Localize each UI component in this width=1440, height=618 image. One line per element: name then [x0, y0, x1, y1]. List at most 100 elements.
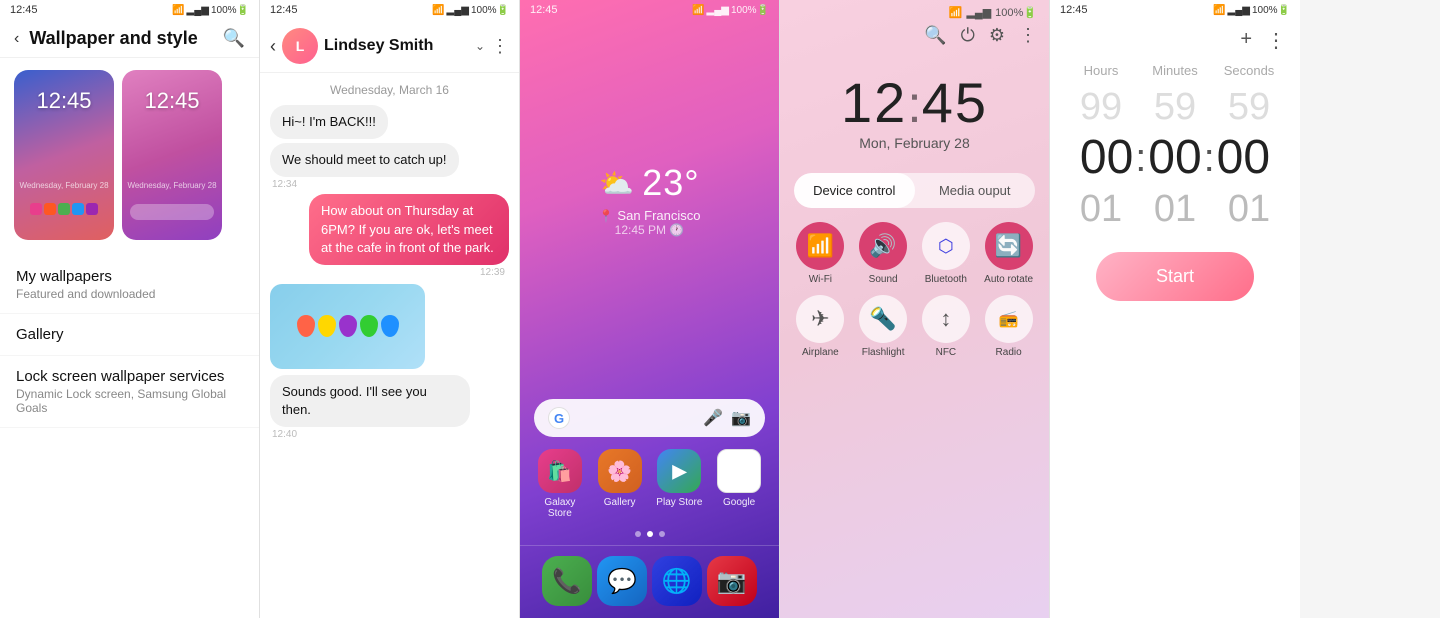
dock-messages[interactable]: 💬 [597, 556, 647, 606]
dots-icon-qp[interactable]: ⋮ [1019, 25, 1037, 46]
timer-menu-icon[interactable]: ⋮ [1266, 28, 1286, 53]
search-button-1[interactable]: 🔍 [223, 28, 245, 49]
airplane-control-label: Airplane [802, 347, 839, 358]
timer-start-button[interactable]: Start [1096, 252, 1254, 301]
wifi-icon-2: 📶 [432, 5, 444, 16]
minutes-active: 00 [1146, 130, 1203, 186]
qp-battery-icon: 100%🔋 [995, 6, 1037, 19]
signal-icon-5: ▂▄▆ [1228, 5, 1250, 16]
wallpaper-menu: My wallpapers Featured and downloaded Ga… [0, 252, 259, 432]
dock-phone[interactable]: 📞 [542, 556, 592, 606]
back-button-1[interactable]: ‹ [14, 30, 19, 48]
status-bar-5: 12:45 📶 ▂▄▆ 100%🔋 [1050, 0, 1300, 20]
battery-icon-1: 100%🔋 [211, 5, 249, 16]
menu-lockscreen-services[interactable]: Lock screen wallpaper services Dynamic L… [0, 356, 259, 428]
home-search-bar[interactable]: G 🎤 📷 [534, 399, 765, 437]
google-logo: G [548, 407, 570, 429]
app-google[interactable]: Google [713, 449, 765, 519]
contact-avatar: L [282, 28, 318, 64]
lens-icon[interactable]: 📷 [731, 408, 751, 428]
qp-top-actions: 🔍 ⏻ ⚙ ⋮ [780, 21, 1049, 50]
status-icons-2: 📶 ▂▄▆ 100%🔋 [432, 5, 509, 16]
qp-signal-icon: ▂▄▆ [966, 6, 991, 19]
wifi-icon-5: 📶 [1213, 5, 1225, 16]
dock-camera[interactable]: 📷 [707, 556, 757, 606]
time-3: 12:45 [530, 4, 558, 16]
screen-title-1: Wallpaper and style [29, 28, 212, 49]
balloon-image [291, 309, 405, 343]
location-pin: 📍 [598, 209, 613, 223]
timer-scroll-area[interactable]: 99 59 59 00 : 00 : 00 01 01 01 [1050, 78, 1300, 238]
qp-clock-display: 12 : 45 [780, 70, 1049, 135]
menu-gallery[interactable]: Gallery [0, 314, 259, 356]
contact-name: Lindsey Smith [324, 37, 469, 55]
menu-my-wallpapers[interactable]: My wallpapers Featured and downloaded [0, 256, 259, 314]
dot-2-active [647, 531, 653, 537]
home-dock: 📞 💬 🌐 📷 [520, 545, 779, 618]
timer-col-labels: Hours Minutes Seconds [1050, 57, 1300, 78]
preview-apps-1 [18, 203, 110, 215]
qp-bluetooth[interactable]: ⬡ Bluetooth [920, 222, 973, 285]
timer-add-icon[interactable]: + [1240, 28, 1252, 53]
message-image [270, 284, 425, 369]
contact-chevron[interactable]: ⌄ [475, 39, 485, 53]
qp-clock-widget: 12 : 45 Mon, February 28 [780, 50, 1049, 173]
app-play-store[interactable]: ▶ Play Store [654, 449, 706, 519]
qp-radio[interactable]: 📻 Radio [982, 295, 1035, 358]
back-button-2[interactable]: ‹ [270, 36, 276, 57]
dot-3 [659, 531, 665, 537]
seconds-above: 59 [1212, 84, 1286, 130]
galaxy-store-label: Galaxy Store [534, 497, 586, 519]
label-hours: Hours [1064, 63, 1138, 78]
app-galaxy-store[interactable]: 🛍️ Galaxy Store [534, 449, 586, 519]
page-indicator [520, 531, 779, 545]
qp-status-icons: 📶 ▂▄▆ 100%🔋 [949, 6, 1037, 19]
qp-airplane[interactable]: ✈ Airplane [794, 295, 847, 358]
message-menu-button[interactable]: ⋮ [491, 36, 509, 57]
signal-icon-2: ▂▄▆ [447, 5, 469, 16]
nfc-control-label: NFC [936, 347, 957, 358]
wifi-icon-3: 📶 [692, 5, 704, 16]
tab-media-output[interactable]: Media ouput [915, 173, 1036, 208]
search-icon-qp[interactable]: 🔍 [924, 25, 946, 46]
qp-min: 45 [922, 70, 988, 135]
power-icon-qp[interactable]: ⏻ [961, 25, 975, 46]
qp-flashlight[interactable]: 🔦 Flashlight [857, 295, 910, 358]
qp-tabs: Device control Media ouput [794, 173, 1035, 208]
google-icon [717, 449, 761, 493]
screen3-home: 12:45 📶 ▂▄▆ 100%🔋 ⛅ 23° 📍 San Francisco … [520, 0, 780, 618]
tab-device-control[interactable]: Device control [794, 173, 915, 208]
play-store-label: Play Store [656, 497, 702, 508]
app-gallery[interactable]: 🌸 Gallery [594, 449, 646, 519]
qp-controls-grid: 📶 Wi-Fi 🔊 Sound ⬡ Bluetooth 🔄 Auto rotat… [780, 222, 1049, 372]
message-flow: Wednesday, March 16 Hi~! I'm BACK!!! We … [260, 73, 519, 442]
dot-1 [635, 531, 641, 537]
wallpaper-preview-2[interactable]: 12:45 Wednesday, February 28 [122, 70, 222, 240]
screen4-quick-panel: 📶 ▂▄▆ 100%🔋 🔍 ⏻ ⚙ ⋮ 12 : 45 Mon, Februar… [780, 0, 1050, 618]
msg-time-4: 12:40 [272, 429, 505, 440]
settings-icon-qp[interactable]: ⚙ [989, 25, 1005, 46]
qp-wifi[interactable]: 📶 Wi-Fi [794, 222, 847, 285]
wallpaper-toolbar: ‹ Wallpaper and style 🔍 [0, 20, 259, 58]
battery-icon-5: 100%🔋 [1252, 5, 1290, 16]
home-weather-widget: ⛅ 23° 📍 San Francisco 12:45 PM 🕐 [520, 20, 779, 399]
dock-browser[interactable]: 🌐 [652, 556, 702, 606]
preview-date-1: Wednesday, February 28 [14, 181, 114, 190]
battery-icon-3: 100%🔋 [731, 5, 769, 16]
msg-time-2: 12:34 [272, 179, 505, 190]
message-bubble-2: We should meet to catch up! [270, 143, 459, 177]
play-store-icon: ▶ [657, 449, 701, 493]
sound-control-label: Sound [869, 274, 898, 285]
qp-sound[interactable]: 🔊 Sound [857, 222, 910, 285]
qp-autorotate[interactable]: 🔄 Auto rotate [982, 222, 1035, 285]
qp-nfc[interactable]: ↕ NFC [920, 295, 973, 358]
hours-above: 99 [1064, 84, 1138, 130]
preview-date-2: Wednesday, February 28 [122, 181, 222, 190]
qp-hour: 12 [841, 70, 907, 135]
mic-icon[interactable]: 🎤 [703, 408, 723, 428]
wallpaper-preview-1[interactable]: 12:45 Wednesday, February 28 [14, 70, 114, 240]
qp-date: Mon, February 28 [780, 135, 1049, 167]
status-bar-3: 12:45 📶 ▂▄▆ 100%🔋 [520, 0, 779, 20]
message-date: Wednesday, March 16 [260, 73, 519, 103]
wallpaper-previews: 12:45 Wednesday, February 28 12:45 Wedne… [0, 58, 259, 252]
